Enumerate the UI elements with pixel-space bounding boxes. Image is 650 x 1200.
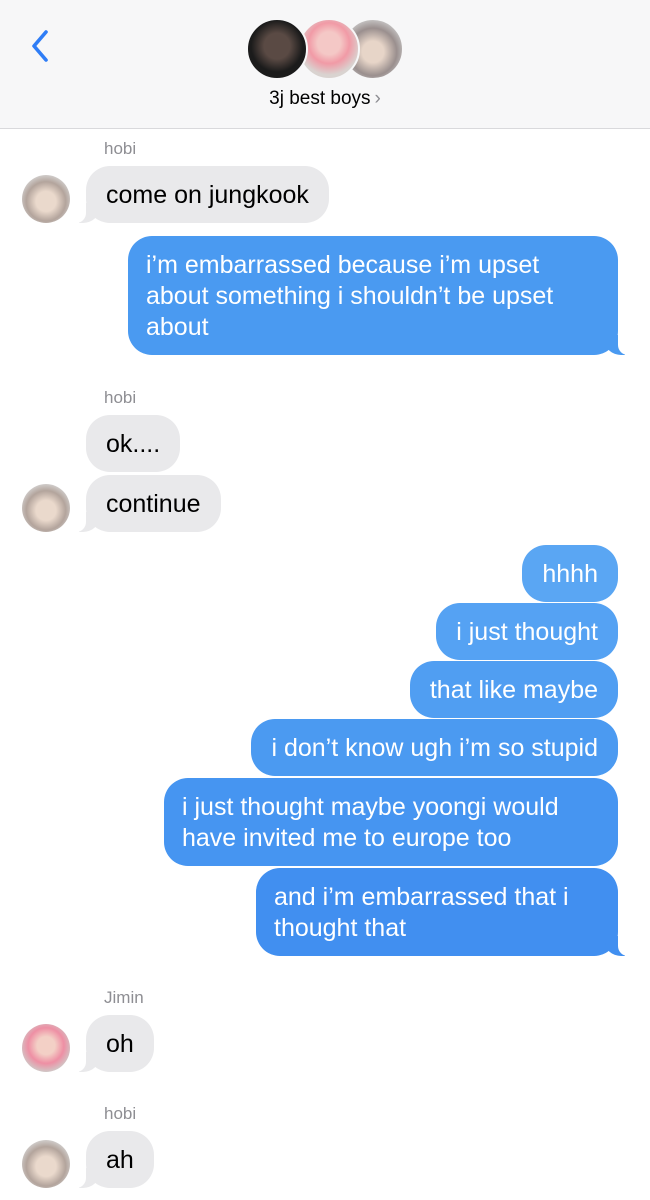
sender-name: hobi: [104, 139, 137, 158]
message-bubble-incoming[interactable]: ok....: [86, 415, 181, 472]
message-text: ah: [106, 1146, 134, 1174]
conversation-header: 3j best boys ›: [0, 0, 650, 129]
chevron-left-icon[interactable]: [22, 26, 62, 66]
group-avatars[interactable]: [246, 18, 406, 82]
message-text: that like maybe: [429, 676, 598, 704]
sender-name: hobi: [104, 388, 137, 407]
message-text: and i’m embarrassed that i thought that: [274, 883, 569, 942]
member-avatar-1: [246, 18, 308, 80]
message-text: oh: [106, 1030, 134, 1058]
message-text: continue: [106, 490, 201, 518]
sender-name: hobi: [104, 1104, 137, 1123]
message-text: i just thought: [456, 618, 598, 646]
group-name[interactable]: 3j best boys ›: [0, 88, 650, 110]
message-bubble-outgoing[interactable]: hhhh: [522, 545, 618, 602]
message-text: i don’t know ugh i’m so stupid: [271, 734, 598, 762]
message-text: come on jungkook: [106, 181, 309, 209]
message-bubble-incoming[interactable]: come on jungkook: [73, 166, 329, 223]
message-text: ok....: [106, 430, 161, 458]
message-bubble-incoming[interactable]: ah: [73, 1131, 154, 1188]
avatar[interactable]: [22, 484, 70, 532]
message-text: i’m embarrassed because i’m upset about …: [146, 251, 554, 341]
message-text: i just thought maybe yoongi would have i…: [182, 793, 559, 852]
message-bubble-outgoing[interactable]: i don’t know ugh i’m so stupid: [251, 719, 618, 776]
message-bubble-incoming[interactable]: oh: [73, 1015, 154, 1072]
sender-name: Jimin: [104, 988, 144, 1007]
message-bubble-incoming[interactable]: continue: [73, 475, 221, 532]
message-bubble-outgoing[interactable]: that like maybe: [409, 661, 618, 718]
group-name-label: 3j best boys: [269, 88, 371, 109]
message-bubble-outgoing[interactable]: i just thought: [436, 603, 618, 660]
avatar[interactable]: [22, 1024, 70, 1072]
message-text: hhhh: [542, 560, 598, 588]
avatar[interactable]: [22, 175, 70, 223]
message-bubble-outgoing[interactable]: i just thought maybe yoongi would have i…: [164, 778, 618, 866]
message-bubble-outgoing[interactable]: and i’m embarrassed that i thought that: [256, 868, 631, 956]
chevron-right-icon: ›: [374, 88, 381, 109]
avatar[interactable]: [22, 1140, 70, 1188]
message-bubble-outgoing[interactable]: i’m embarrassed because i’m upset about …: [128, 236, 631, 355]
